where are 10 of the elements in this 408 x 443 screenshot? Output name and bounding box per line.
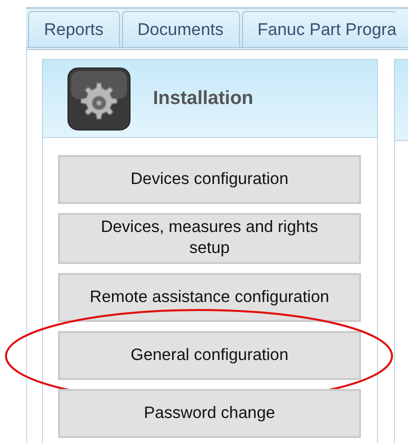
- tab[interactable]: Fanuc Part Progra: [242, 11, 396, 47]
- menu-button[interactable]: Devices configuration: [58, 155, 361, 204]
- menu-button[interactable]: Password change: [58, 388, 361, 438]
- menu-button[interactable]: Devices, measures and rights setup: [58, 213, 361, 264]
- menu-button[interactable]: General configuration: [58, 330, 361, 380]
- gear-icon: [67, 66, 131, 130]
- tab[interactable]: Documents: [122, 11, 240, 47]
- panel-title: Installation: [153, 88, 254, 110]
- tab[interactable]: Reports: [28, 11, 120, 47]
- menu-button[interactable]: Remote assistance configuration: [58, 272, 361, 322]
